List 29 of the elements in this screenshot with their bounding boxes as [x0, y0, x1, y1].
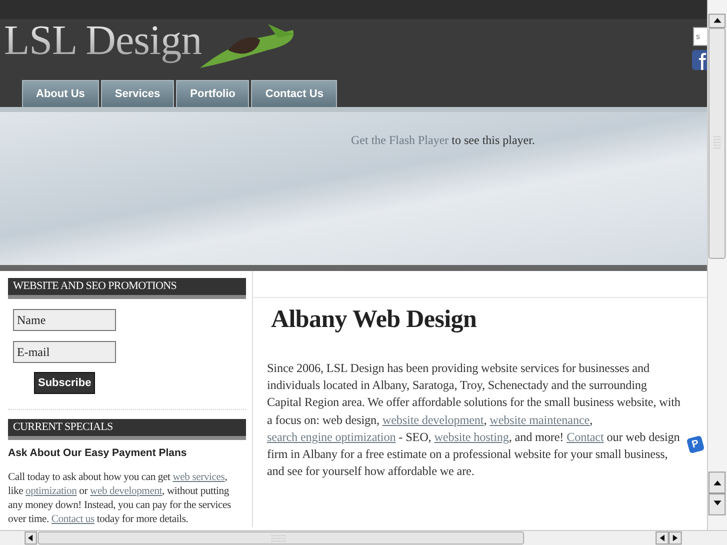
- vertical-scrollbar[interactable]: [707, 0, 727, 530]
- intro-link[interactable]: website hosting: [434, 430, 509, 444]
- horizontal-scrollbar[interactable]: [0, 530, 727, 545]
- flash-notice: Get the Flash Player to see this player.: [351, 133, 535, 148]
- intro-link[interactable]: search engine optimization: [267, 430, 396, 444]
- intro-paragraph: Since 2006, LSL Design has been providing website services for businesses and individuals located in Albany, Saratoga, Troy, Schenectady and the surrounding Capital Region area. We offer affordable solutions for the small business website, with a focus on: web design, website development, website maintenance, search engine optimization - SEO, website hosting, and more! Contact our web design firm in Albany for a free estimate on a professional website for your small business, and see for yourself how affordable we are.: [267, 360, 681, 480]
- flash-link[interactable]: Get the Flash Player: [351, 133, 449, 147]
- specials-link[interactable]: Contact us: [51, 514, 94, 525]
- nav-tab[interactable]: Contact Us: [251, 80, 338, 107]
- intro-link[interactable]: website development: [382, 412, 484, 427]
- specials-link[interactable]: optimization: [26, 486, 77, 497]
- section-heading: WEBSITE AND SEO PROMOTIONS: [8, 278, 246, 299]
- facebook-icon[interactable]: [692, 50, 707, 70]
- specials-link[interactable]: web development: [90, 486, 162, 497]
- specials-link[interactable]: web services: [172, 472, 225, 483]
- input-field[interactable]: Name: [13, 309, 116, 331]
- subscribe-button[interactable]: Subscribe: [34, 372, 96, 394]
- floating-badge[interactable]: P: [686, 435, 705, 454]
- nav-tab[interactable]: Services: [100, 80, 174, 107]
- section-heading: CURRENT SPECIALS: [8, 419, 246, 440]
- nav-tab[interactable]: About Us: [22, 80, 99, 107]
- specials-text: Call today to ask about how you can get web services, like optimization or web development, without putting any money down! Instead, you can pay for the services over time. Contact us today for more details.: [8, 471, 232, 527]
- page-title: Albany Web Design: [271, 306, 478, 334]
- intro-link[interactable]: website maintenance: [490, 412, 590, 427]
- input-field[interactable]: E-mail: [13, 341, 116, 363]
- intro-link[interactable]: Contact: [566, 430, 604, 444]
- specials-heading: Ask About Our Easy Payment Plans: [8, 447, 188, 459]
- search-field[interactable]: s: [693, 27, 707, 46]
- nav-tab[interactable]: Portfolio: [176, 80, 250, 107]
